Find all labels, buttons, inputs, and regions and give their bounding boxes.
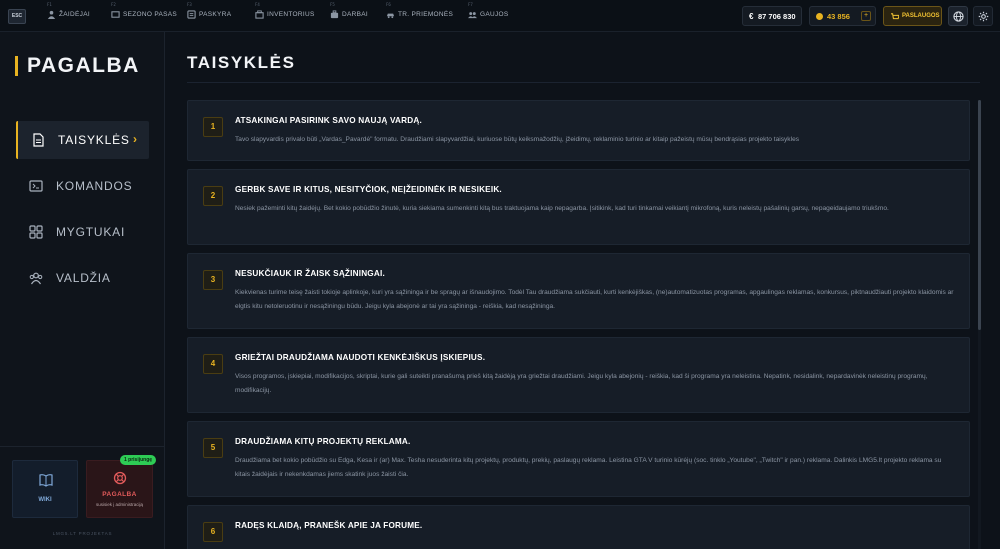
add-coins-button[interactable]: +: [861, 11, 871, 21]
rule-text: Draudžiama bet kokio pobūdžio su Edga, K…: [235, 457, 942, 478]
book-icon: [39, 474, 53, 487]
rule-title: ATSAKINGAI PASIRINK SAVO NAUJĄ VARDĄ.: [235, 116, 422, 125]
rule-title: RADĘS KLAIDĄ, PRANEŠK APIE JA FORUME.: [235, 521, 423, 530]
sidebar-footer: LMG5.LT PROJEKTAS: [52, 531, 113, 536]
rule-number: 6: [203, 522, 223, 542]
hotkey-label: F4: [255, 2, 260, 7]
escape-button[interactable]: ESC: [8, 9, 26, 24]
rule-text: Kiekvienas turime teisę žaisti tokioje a…: [235, 289, 954, 310]
sidebar-divider: [0, 446, 165, 447]
page-title: TAISYKLĖS: [187, 53, 296, 72]
globe-icon: [953, 11, 964, 22]
rule-title: NESUKČIAUK IR ŽAISK SĄŽININGAI.: [235, 269, 385, 278]
sidebar-item-label: TAISYKLĖS: [58, 133, 130, 147]
rule-card: 1 ATSAKINGAI PASIRINK SAVO NAUJĄ VARDĄ. …: [187, 100, 970, 161]
scrollbar-thumb[interactable]: [978, 100, 981, 330]
hotkey-label: F5: [330, 2, 335, 7]
hotkey-label: F3: [187, 2, 192, 7]
help-label: PAGALBA: [102, 491, 137, 498]
inventory-icon: [255, 10, 264, 19]
sidebar-item-rules[interactable]: TAISYKLĖS ›: [16, 121, 149, 159]
rule-number: 4: [203, 354, 223, 374]
gangs-icon: [468, 10, 477, 19]
sidebar-item-label: MYGTUKAI: [56, 225, 126, 239]
cash-icon: €: [749, 12, 754, 21]
coin-balance: 43 856 +: [809, 6, 876, 26]
help-button[interactable]: PAGALBA susisiek į administraciją: [86, 460, 153, 518]
rule-card: 5 DRAUDŽIAMA KITŲ PROJEKTŲ REKLAMA. Drau…: [187, 421, 970, 497]
rule-title: GERBK SAVE IR KITUS, NESITYČIOK, NEĮŽEID…: [235, 185, 502, 194]
rule-number: 2: [203, 186, 223, 206]
nav-vehicles[interactable]: F6 TR. PRIEMONĖS: [386, 0, 454, 32]
grid-icon: [29, 225, 43, 239]
season-pass-icon: [111, 10, 120, 19]
gear-icon: [978, 11, 989, 22]
chevron-right-icon: ›: [133, 132, 137, 146]
sidebar: PAGALBA TAISYKLĖS › KOMANDOS MYGTUKAI VA…: [0, 32, 165, 549]
nav-account[interactable]: F3 PASKYRA: [187, 0, 237, 32]
rule-text: Nesiek pažeminti kitų žaidėjų. Bet kokio…: [235, 205, 889, 212]
rules-list: 1 ATSAKINGAI PASIRINK SAVO NAUJĄ VARDĄ. …: [187, 100, 970, 549]
sidebar-item-label: KOMANDOS: [56, 179, 133, 193]
nav-label: ŽAIDĖJAI: [59, 11, 90, 18]
sidebar-item-commands[interactable]: KOMANDOS: [16, 167, 149, 205]
rule-card: 6 RADĘS KLAIDĄ, PRANEŠK APIE JA FORUME.: [187, 505, 970, 549]
cart-icon: [891, 13, 899, 20]
sidebar-item-keys[interactable]: MYGTUKAI: [16, 213, 149, 251]
lifebuoy-icon: [113, 471, 127, 485]
vehicles-icon: [386, 10, 395, 19]
rule-title: DRAUDŽIAMA KITŲ PROJEKTŲ REKLAMA.: [235, 437, 411, 446]
hotkey-label: F6: [386, 2, 391, 7]
rule-text: Tavo slapyvardis privalo būti „Vardas_Pa…: [235, 136, 800, 143]
nav-players[interactable]: F1 ŽAIDĖJAI: [47, 0, 102, 32]
rule-text: Visos programos, įskiepiai, modifikacijo…: [235, 373, 928, 394]
settings-button[interactable]: [973, 6, 993, 26]
language-button[interactable]: [948, 6, 968, 26]
rule-card: 4 GRIEŽTAI DRAUDŽIAMA NAUDOTI KENKĖJIŠKU…: [187, 337, 970, 413]
nav-label: DARBAI: [342, 11, 369, 18]
title-divider: [187, 82, 980, 83]
help-sublabel: susisiek į administraciją: [95, 502, 143, 507]
services-button[interactable]: PASLAUGOS: [883, 6, 942, 26]
rule-card: 2 GERBK SAVE IR KITUS, NESITYČIOK, NEĮŽE…: [187, 169, 970, 245]
nav-label: GAUJOS: [480, 11, 509, 18]
top-bar: ESC F1 ŽAIDĖJAI F2 SEZONO PASAS F3 PASKY…: [0, 0, 1000, 32]
sidebar-item-label: VALDŽIA: [56, 271, 111, 285]
nav-label: SEZONO PASAS: [123, 11, 178, 18]
players-icon: [47, 10, 56, 19]
account-icon: [187, 10, 196, 19]
nav-label: PASKYRA: [199, 11, 232, 18]
hotkey-label: F2: [111, 2, 116, 7]
nav-season-pass[interactable]: F2 SEZONO PASAS: [111, 0, 178, 32]
wiki-button[interactable]: WIKI: [12, 460, 78, 518]
rule-number: 1: [203, 117, 223, 137]
document-icon: [31, 133, 45, 147]
rule-number: 5: [203, 438, 223, 458]
jobs-icon: [330, 10, 339, 19]
hotkey-label: F7: [468, 2, 473, 7]
nav-label: TR. PRIEMONĖS: [398, 11, 454, 18]
cash-balance: € 87 706 830: [742, 6, 802, 26]
coin-icon: [816, 13, 823, 20]
coin-value: 43 856: [827, 12, 850, 21]
staff-icon: [29, 271, 43, 285]
sidebar-item-staff[interactable]: VALDŽIA: [16, 259, 149, 297]
services-label: PASLAUGOS: [902, 13, 940, 19]
rule-title: GRIEŽTAI DRAUDŽIAMA NAUDOTI KENKĖJIŠKUS …: [235, 353, 486, 362]
wiki-label: WIKI: [38, 497, 52, 503]
terminal-icon: [29, 179, 43, 193]
rule-card: 3 NESUKČIAUK IR ŽAISK SĄŽININGAI. Kiekvi…: [187, 253, 970, 329]
title-accent-bar: [15, 56, 18, 76]
cash-value: 87 706 830: [758, 12, 796, 21]
online-badge: 1 prisijungę: [120, 455, 157, 465]
sidebar-title: PAGALBA: [27, 54, 140, 77]
rule-number: 3: [203, 270, 223, 290]
hotkey-label: F1: [47, 2, 52, 7]
nav-inventory[interactable]: F4 INVENTORIUS: [255, 0, 315, 32]
nav-label: INVENTORIUS: [267, 11, 315, 18]
nav-gangs[interactable]: F7 GAUJOS: [468, 0, 513, 32]
nav-jobs[interactable]: F5 DARBAI: [330, 0, 375, 32]
